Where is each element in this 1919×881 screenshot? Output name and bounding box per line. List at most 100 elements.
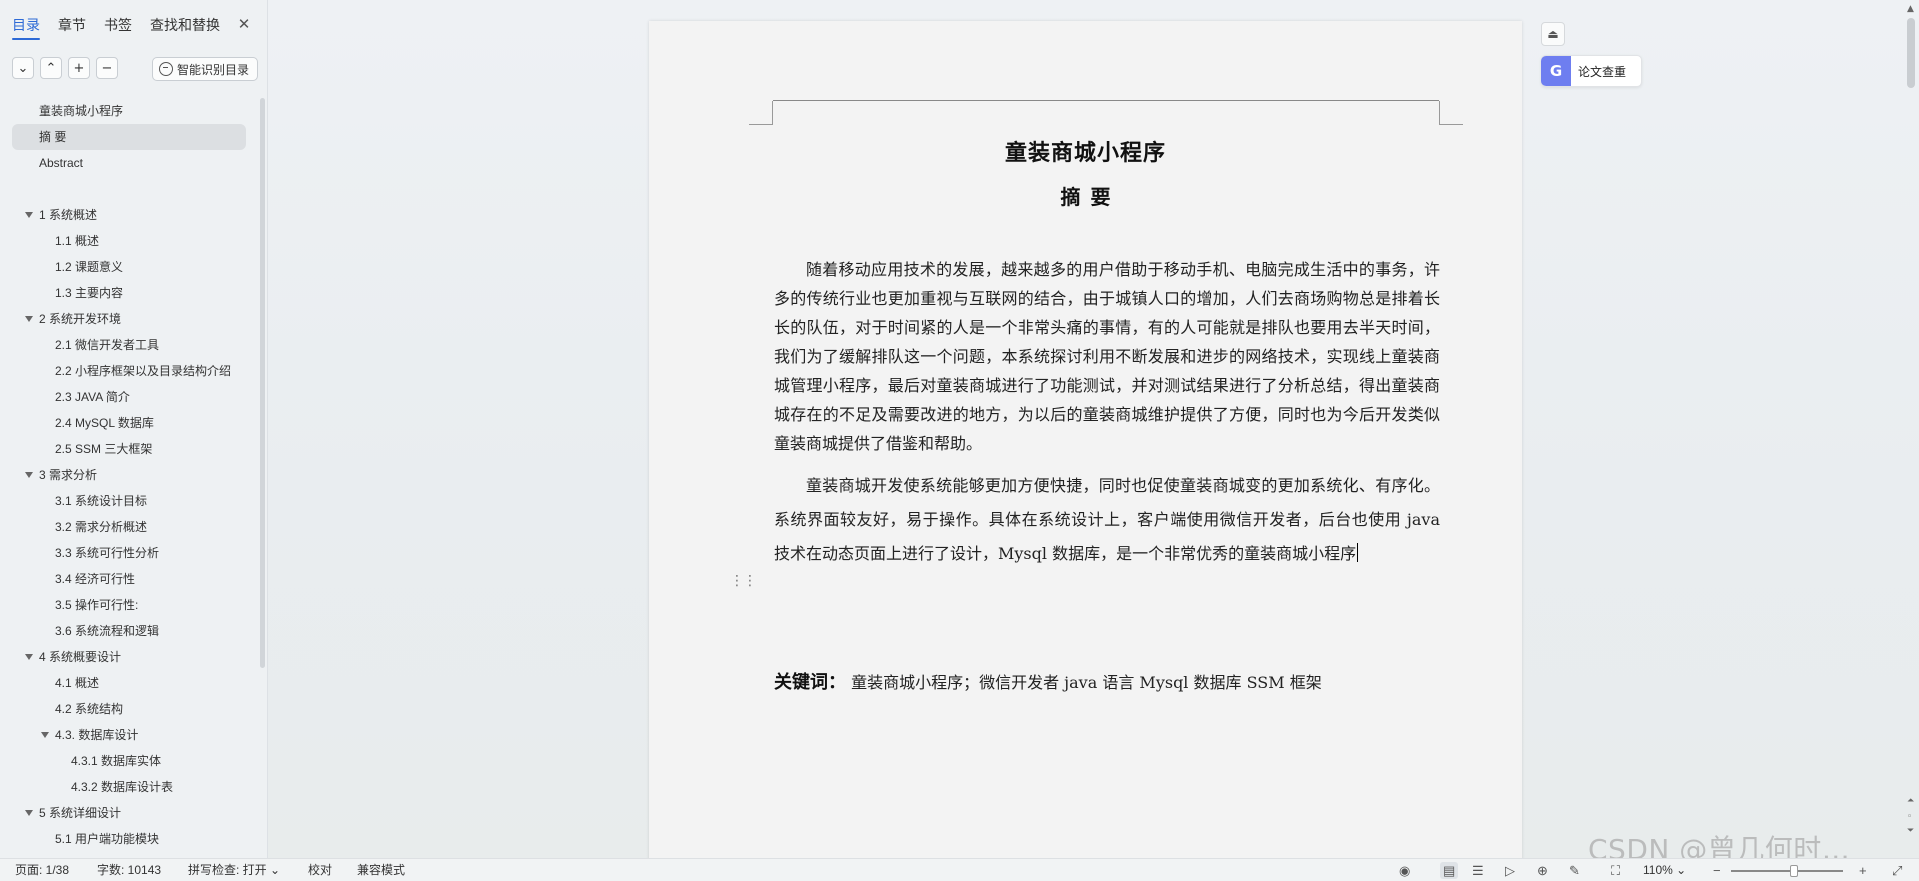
page-indicator[interactable]: 页面: 1/38 <box>15 862 69 879</box>
toc-item[interactable]: 2.5 SSM 三大框架 <box>0 436 258 462</box>
expand-triangle-icon[interactable] <box>25 654 33 660</box>
toc-item-label: 4.3.1 数据库实体 <box>71 754 162 768</box>
toc-item-label: 2.2 小程序框架以及目录结构介绍 <box>55 364 232 378</box>
toc-item[interactable]: 3.5 操作可行性: <box>0 592 258 618</box>
toc-item[interactable]: 3.6 系统流程和逻辑 <box>0 618 258 644</box>
toc-item[interactable]: 2.4 MySQL 数据库 <box>0 410 258 436</box>
toc-item-label: 3.3 系统可行性分析 <box>55 546 160 560</box>
toc-item-label: 3 需求分析 <box>39 468 98 482</box>
zoom-level[interactable]: 110% ⌄ <box>1643 862 1686 879</box>
zoom-slider[interactable] <box>1731 870 1843 872</box>
toc-item[interactable]: 2.2 小程序框架以及目录结构介绍 <box>0 358 258 384</box>
toc-item-label: 4.3.2 数据库设计表 <box>71 780 174 794</box>
toc-item[interactable]: 4 系统概要设计 <box>0 644 258 670</box>
toc-item-label: 4 系统概要设计 <box>39 650 122 664</box>
expand-triangle-icon[interactable] <box>25 810 33 816</box>
expand-triangle-icon[interactable] <box>25 472 33 478</box>
toc-item[interactable]: 2.1 微信开发者工具 <box>0 332 258 358</box>
close-icon[interactable]: ✕ <box>235 14 253 34</box>
toc-item[interactable]: Abstract <box>0 150 258 176</box>
tab-find-replace[interactable]: 查找和替换 <box>150 16 220 36</box>
abstract-paragraph-2-text: 童装商城开发使系统能够更加方便快捷，同时也促使童装商城变的更加系统化、有序化。系… <box>774 476 1440 563</box>
demote-level-button[interactable]: − <box>96 57 118 79</box>
keywords-text: 童装商城小程序；微信开发者 java 语言 Mysql 数据库 SSM 框架 <box>851 673 1322 692</box>
toc-item[interactable]: 摘 要 <box>12 124 246 150</box>
spell-check-label: 拼写检查: 打开 <box>188 863 267 877</box>
toc-item-label: 4.1 概述 <box>55 676 100 690</box>
spell-check-toggle[interactable]: 拼写检查: 打开 ⌄ <box>188 862 280 879</box>
toc-item[interactable]: 1.2 课题意义 <box>0 254 258 280</box>
toc-item-label: 4.3. 数据库设计 <box>55 728 139 742</box>
tab-bookmarks[interactable]: 书签 <box>104 16 132 36</box>
fullscreen-icon[interactable]: ⤢ <box>1892 862 1902 879</box>
smart-toc-label: 智能识别目录 <box>177 62 250 77</box>
web-view-icon[interactable]: ⊕ <box>1537 862 1548 879</box>
toc-item[interactable]: 3.3 系统可行性分析 <box>0 540 258 566</box>
header-corner-left <box>749 101 773 125</box>
zoom-slider-handle[interactable] <box>1790 865 1798 877</box>
expand-triangle-icon[interactable] <box>41 732 49 738</box>
word-count[interactable]: 字数: 10143 <box>97 862 161 879</box>
abstract-paragraph-1: 随着移动应用技术的发展，越来越多的用户借助于移动手机、电脑完成生活中的事务，许多… <box>774 260 1440 453</box>
status-bar: 页面: 1/38 字数: 10143 拼写检查: 打开 ⌄ 校对 兼容模式 ◉ … <box>0 858 1919 881</box>
toc-item[interactable]: 3.4 经济可行性 <box>0 566 258 592</box>
toc-item-label: 3.2 需求分析概述 <box>55 520 148 534</box>
play-icon[interactable]: ▷ <box>1505 862 1515 879</box>
smart-toc-button[interactable]: 智能识别目录 <box>152 57 259 81</box>
toc-item[interactable]: 2 系统开发环境 <box>0 306 258 332</box>
tab-toc[interactable]: 目录 <box>12 16 40 40</box>
toc-item[interactable]: 4.1 概述 <box>0 670 258 696</box>
document-page[interactable]: 童装商城小程序 摘要 随着移动应用技术的发展，越来越多的用户借助于移动手机、电脑… <box>649 21 1522 861</box>
toc-item[interactable]: 4.3.1 数据库实体 <box>0 748 258 774</box>
eye-icon[interactable]: ◉ <box>1399 862 1410 879</box>
expand-triangle-icon[interactable] <box>25 316 33 322</box>
fit-page-icon[interactable]: ⛶ <box>1611 862 1620 879</box>
toc-item-label: 2.3 JAVA 简介 <box>55 390 130 404</box>
collapse-ribbon-button[interactable]: ⏏ <box>1541 22 1565 46</box>
toc-item[interactable]: 3 需求分析 <box>0 462 258 488</box>
zoom-out-icon[interactable]: − <box>1713 862 1721 879</box>
zoom-in-icon[interactable]: + <box>1859 862 1867 879</box>
toc-item-label: 1 系统概述 <box>39 208 98 222</box>
toc-item[interactable]: 2.3 JAVA 简介 <box>0 384 258 410</box>
header-line <box>773 100 1439 101</box>
scroll-select-icon[interactable]: ◦ <box>1907 812 1912 822</box>
toc-item[interactable]: 1 系统概述 <box>0 202 258 228</box>
expand-triangle-icon[interactable] <box>25 212 33 218</box>
scroll-prev-page-icon[interactable]: ⏶ <box>1907 796 1914 806</box>
scroll-next-page-icon[interactable]: ⏷ <box>1907 826 1914 836</box>
toc-item[interactable]: 3.1 系统设计目标 <box>0 488 258 514</box>
proofread-button[interactable]: 校对 <box>308 862 332 879</box>
navigation-panel: 目录 章节 书签 查找和替换 ✕ ⌄ ⌃ + − 智能识别目录 童装商城小程序摘… <box>0 0 268 858</box>
toc-item-label: 2 系统开发环境 <box>39 312 122 326</box>
toc-item[interactable]: 1.1 概述 <box>0 228 258 254</box>
toc-item[interactable]: 5 系统详细设计 <box>0 800 258 826</box>
toc-item[interactable]: 3.2 需求分析概述 <box>0 514 258 540</box>
scroll-up-icon[interactable]: ▲ <box>1907 4 1914 14</box>
toc-item-label: 3.6 系统流程和逻辑 <box>55 624 160 638</box>
collapse-up-button[interactable]: ⌃ <box>40 57 62 79</box>
toc-item[interactable]: 4.3.2 数据库设计表 <box>0 774 258 800</box>
chevron-down-icon: ⌄ <box>270 863 281 877</box>
toc-scrollbar[interactable] <box>260 98 265 668</box>
toc-item[interactable]: 5.1 用户端功能模块 <box>0 826 258 852</box>
vertical-scrollbar-thumb[interactable] <box>1907 18 1915 88</box>
plagiarism-check-button[interactable]: G 论文查重 <box>1541 55 1642 87</box>
tab-chapters[interactable]: 章节 <box>58 16 86 36</box>
pen-icon[interactable]: ✎ <box>1569 862 1580 879</box>
toc-item-label: 2.5 SSM 三大框架 <box>55 442 153 456</box>
toc-item[interactable]: 4.2 系统结构 <box>0 696 258 722</box>
promote-level-button[interactable]: + <box>68 57 90 79</box>
toc-item[interactable]: 童装商城小程序 <box>0 98 258 124</box>
toc-item[interactable]: 4.3. 数据库设计 <box>0 722 258 748</box>
toc-item-label: 2.1 微信开发者工具 <box>55 338 160 352</box>
outline-view-icon[interactable]: ☰ <box>1472 862 1484 879</box>
toc-item-label: 童装商城小程序 <box>39 104 124 118</box>
toc-item-label: 1.3 主要内容 <box>55 286 124 300</box>
drag-handle-icon[interactable]: ⋮⋮ <box>730 573 757 589</box>
toc-item-label: 5.1 用户端功能模块 <box>55 832 160 846</box>
page-view-icon[interactable]: ▤ <box>1440 862 1459 879</box>
toc-item[interactable]: 1.3 主要内容 <box>0 280 258 306</box>
expand-down-button[interactable]: ⌄ <box>12 57 34 79</box>
zoom-value: 110% <box>1643 863 1673 877</box>
